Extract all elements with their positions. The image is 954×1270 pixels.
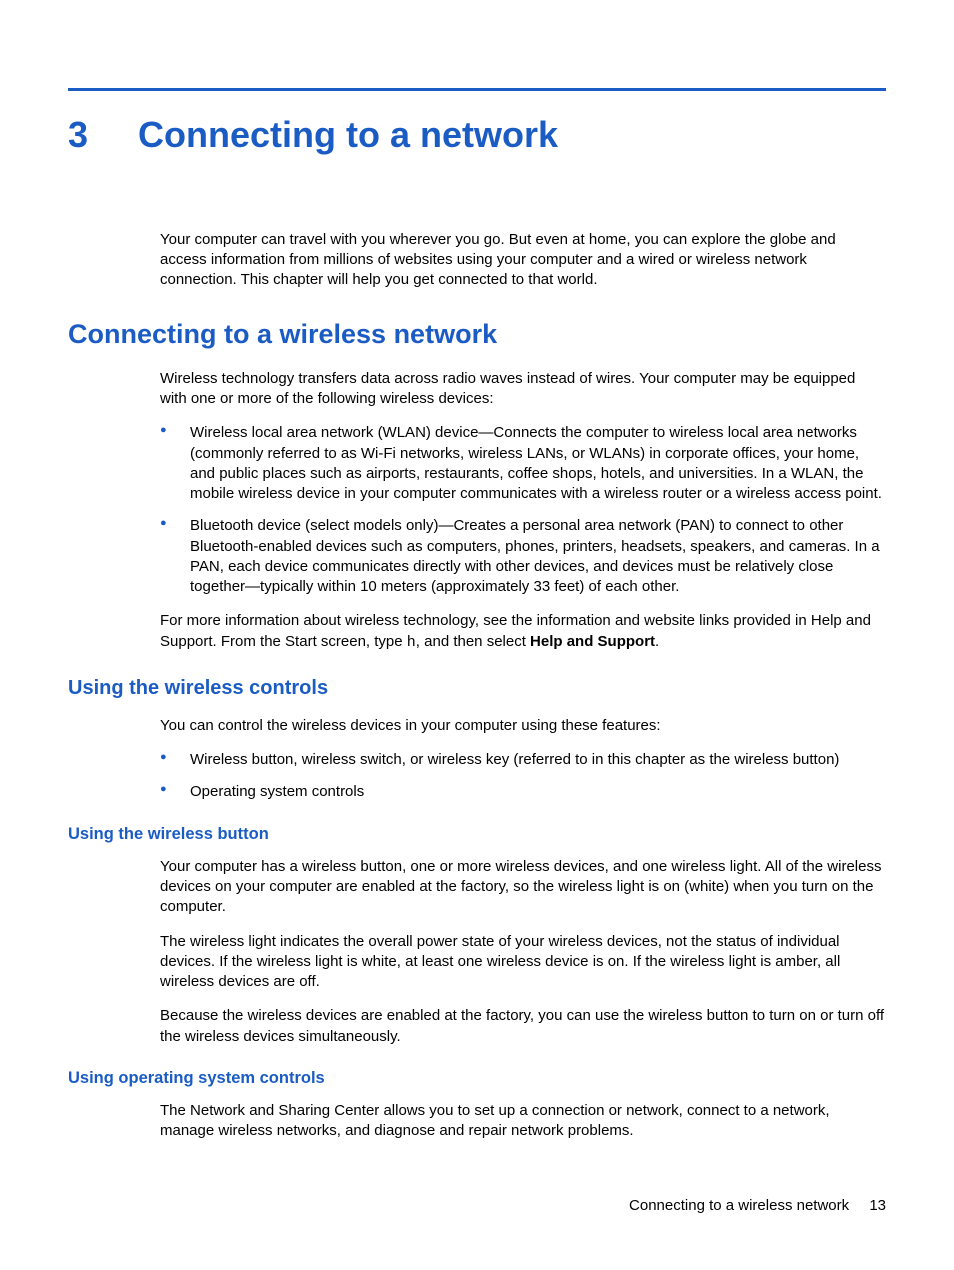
list-item: Bluetooth device (select models only)—Cr… xyxy=(160,516,886,597)
section-wireless-button-heading: Using the wireless button xyxy=(68,823,886,845)
section-os-controls-heading: Using operating system controls xyxy=(68,1067,886,1089)
section3-para1: Your computer has a wireless button, one… xyxy=(160,857,886,918)
footer-section-label: Connecting to a wireless network xyxy=(629,1197,849,1214)
section1-more-info: For more information about wireless tech… xyxy=(160,611,886,653)
section2-intro: You can control the wireless devices in … xyxy=(160,716,886,736)
section3-para2: The wireless light indicates the overall… xyxy=(160,932,886,993)
bold-label: Help and Support xyxy=(530,633,655,650)
text-fragment: , and then select xyxy=(416,633,530,650)
section-wireless-network-heading: Connecting to a wireless network xyxy=(68,316,886,352)
key-literal: h xyxy=(407,634,416,651)
document-page: 3 Connecting to a network Your computer … xyxy=(0,0,954,1142)
chapter-title: Connecting to a network xyxy=(138,111,558,160)
section4-para: The Network and Sharing Center allows yo… xyxy=(160,1101,886,1142)
wireless-devices-list: Wireless local area network (WLAN) devic… xyxy=(160,423,886,597)
list-item: Wireless button, wireless switch, or wir… xyxy=(160,750,886,770)
chapter-intro: Your computer can travel with you wherev… xyxy=(160,230,886,291)
chapter-heading: 3 Connecting to a network xyxy=(68,111,886,160)
text-fragment: . xyxy=(655,633,659,650)
page-footer: Connecting to a wireless network 13 xyxy=(629,1196,886,1216)
list-item: Operating system controls xyxy=(160,782,886,802)
wireless-controls-list: Wireless button, wireless switch, or wir… xyxy=(160,750,886,803)
section3-para3: Because the wireless devices are enabled… xyxy=(160,1006,886,1047)
footer-page-number: 13 xyxy=(869,1197,886,1214)
top-rule xyxy=(68,88,886,91)
section1-intro: Wireless technology transfers data acros… xyxy=(160,369,886,410)
list-item: Wireless local area network (WLAN) devic… xyxy=(160,423,886,504)
chapter-number: 3 xyxy=(68,111,88,160)
section-wireless-controls-heading: Using the wireless controls xyxy=(68,675,886,702)
